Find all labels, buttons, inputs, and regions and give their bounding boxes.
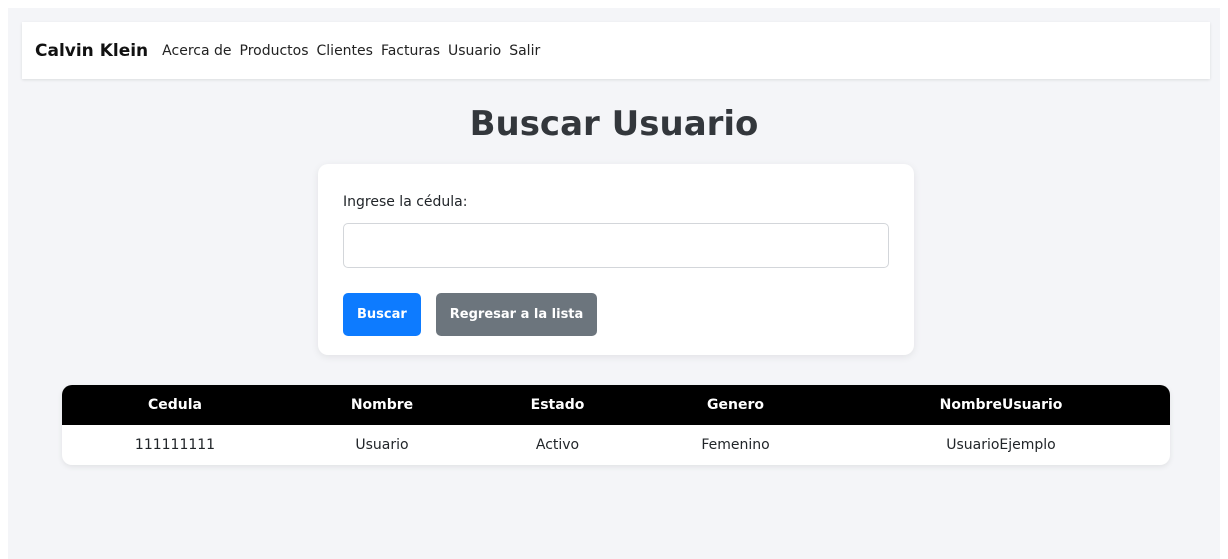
header-nombre: Nombre (288, 385, 476, 425)
search-button[interactable]: Buscar (343, 293, 421, 336)
nav-link-salir[interactable]: Salir (509, 43, 540, 59)
page-title: Buscar Usuario (469, 104, 759, 144)
header-nombre-usuario: NombreUsuario (832, 385, 1170, 425)
cedula-label: Ingrese la cédula: (343, 194, 468, 210)
cell-nombre-usuario: UsuarioEjemplo (946, 437, 1056, 453)
back-to-list-button[interactable]: Regresar a la lista (435, 293, 598, 336)
cell-cedula: 111111111 (134, 437, 216, 453)
nav-link-usuario[interactable]: Usuario (448, 43, 501, 59)
nav-link-productos[interactable]: Productos (240, 43, 309, 59)
nav-link-facturas[interactable]: Facturas (381, 43, 440, 59)
cell-genero: Femenino (701, 437, 770, 453)
table-header-row: Cedula Nombre Estado Genero NombreUsuari… (62, 385, 1170, 425)
top-navbar: Calvin Klein Acerca de Productos Cliente… (22, 22, 1210, 79)
cedula-input[interactable] (343, 223, 889, 268)
search-actions: Buscar Regresar a la lista (343, 293, 889, 336)
table-row: 111111111 Usuario Activo Femenino Usuari… (62, 425, 1170, 465)
header-cedula: Cedula (62, 385, 288, 425)
results-table: Cedula Nombre Estado Genero NombreUsuari… (62, 385, 1170, 465)
nav-link-acerca-de[interactable]: Acerca de (162, 43, 231, 59)
page-background: Calvin Klein Acerca de Productos Cliente… (8, 8, 1220, 559)
brand-link[interactable]: Calvin Klein (35, 41, 148, 61)
cell-estado: Activo (535, 437, 580, 453)
cell-nombre: Usuario (355, 437, 409, 453)
nav-link-clientes[interactable]: Clientes (317, 43, 373, 59)
results-table-container: Cedula Nombre Estado Genero NombreUsuari… (62, 385, 1170, 465)
nav-links: Acerca de Productos Clientes Facturas Us… (162, 43, 548, 59)
header-estado: Estado (476, 385, 639, 425)
header-genero: Genero (639, 385, 832, 425)
search-card: Ingrese la cédula: Buscar Regresar a la … (318, 164, 914, 355)
